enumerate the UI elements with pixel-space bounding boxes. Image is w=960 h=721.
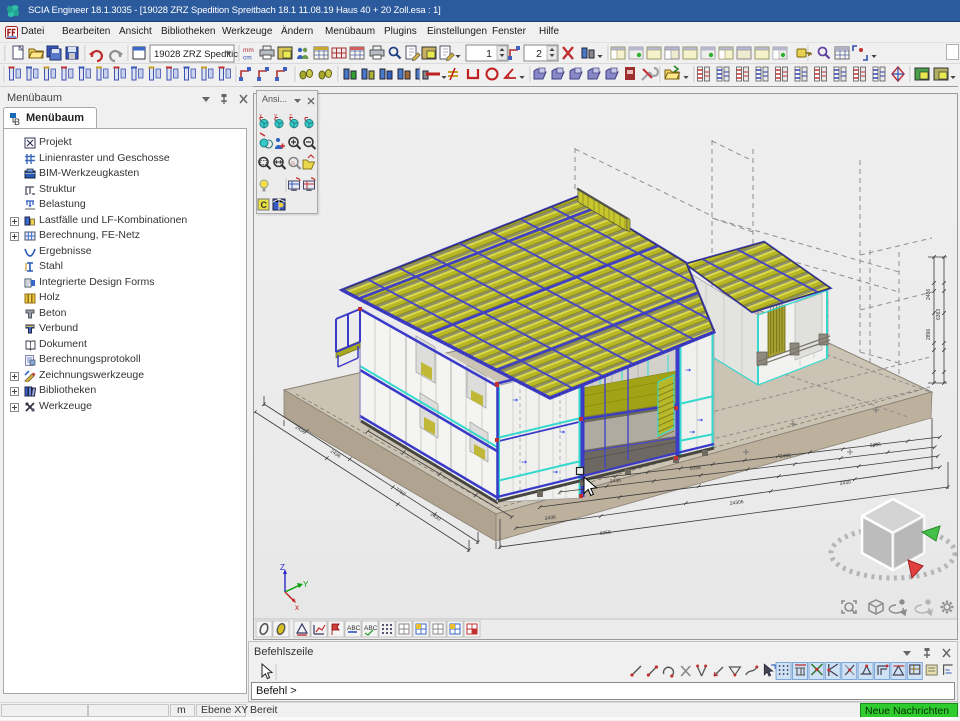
svg-text:R: R [291, 162, 296, 168]
svg-text:C: C [261, 200, 268, 210]
svg-text:Z: Z [289, 114, 292, 120]
